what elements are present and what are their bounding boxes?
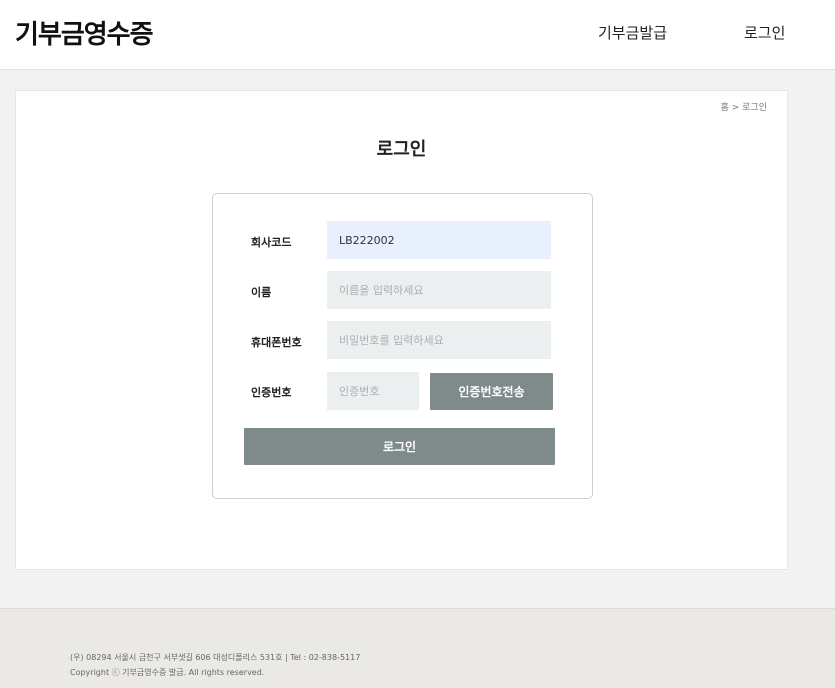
company-code-input[interactable] [327, 221, 551, 259]
auth-code-label: 인증번호 [251, 386, 292, 399]
login-form: 회사코드 이름 휴대폰번호 인증번호 인증번호전송 로그인 [212, 193, 593, 499]
footer-copyright: Copyright ⓒ 기부금영수증 발급. All rights reserv… [70, 668, 265, 677]
phone-label: 휴대폰번호 [251, 336, 302, 349]
name-label: 이름 [251, 286, 272, 299]
breadcrumb: 홈 > 로그인 [720, 103, 767, 113]
page-title: 로그인 [376, 139, 427, 160]
nav-login[interactable]: 로그인 [744, 22, 785, 43]
site-logo[interactable]: 기부금영수증 [15, 14, 154, 51]
content-card: 홈 > 로그인 로그인 회사코드 이름 휴대폰번호 인증번호 인증번호전송 로그… [15, 90, 788, 570]
auth-code-input[interactable] [327, 372, 419, 410]
footer: (우) 08294 서울시 금천구 서부샛길 606 대성디폴리스 531호 |… [0, 608, 835, 688]
send-auth-code-button[interactable]: 인증번호전송 [430, 373, 553, 410]
login-button[interactable]: 로그인 [244, 428, 555, 465]
header: 기부금영수증 기부금발급 로그인 [0, 0, 835, 70]
nav-donation-issue[interactable]: 기부금발급 [598, 22, 667, 43]
phone-input[interactable] [327, 321, 551, 359]
footer-address: (우) 08294 서울시 금천구 서부샛길 606 대성디폴리스 531호 |… [70, 653, 361, 662]
name-input[interactable] [327, 271, 551, 309]
company-code-label: 회사코드 [251, 236, 292, 249]
